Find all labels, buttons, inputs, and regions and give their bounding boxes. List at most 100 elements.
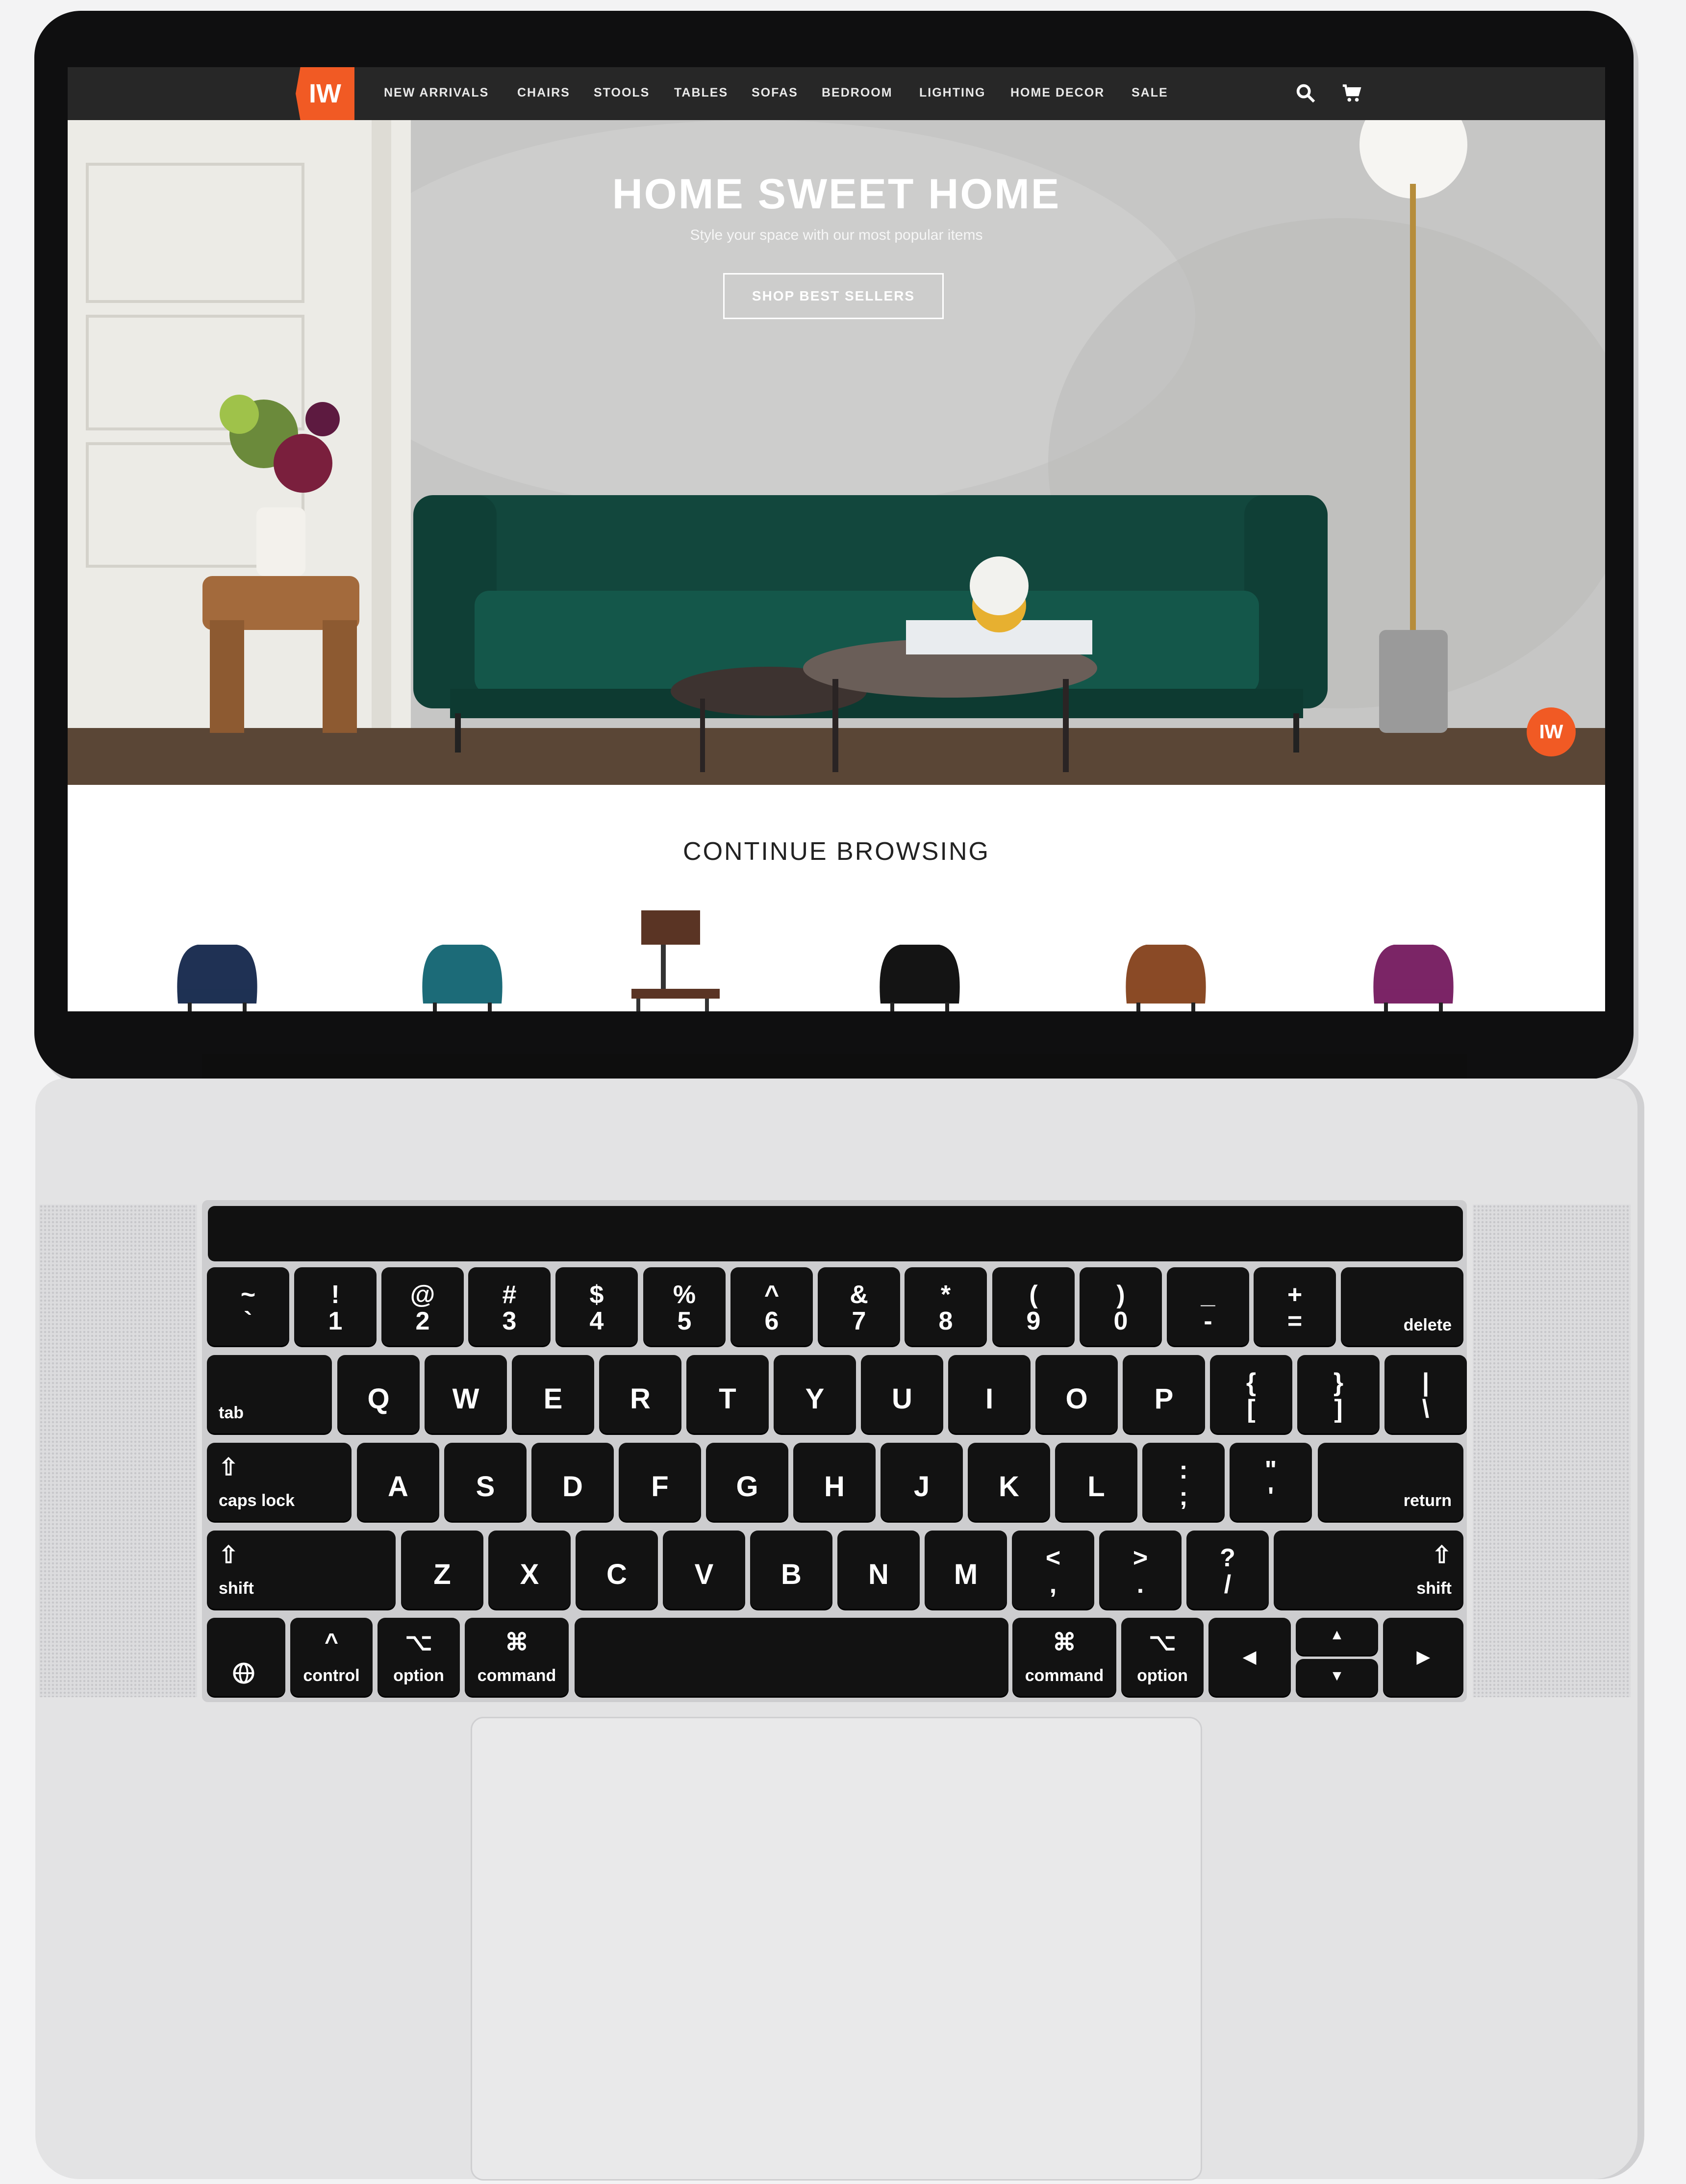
key-command-right[interactable]: ⌘ command	[1012, 1618, 1116, 1696]
key-space[interactable]	[575, 1618, 1008, 1696]
product-card[interactable]	[168, 935, 266, 1011]
laptop-screen: IW NEW ARRIVALS CHAIRS STOOLS TABLES SOF…	[68, 67, 1605, 1011]
product-card[interactable]	[622, 910, 730, 1011]
key-n[interactable]: N	[837, 1531, 920, 1609]
key-k[interactable]: K	[968, 1443, 1050, 1521]
key-s[interactable]: S	[444, 1443, 527, 1521]
key-option-right[interactable]: ⌥ option	[1121, 1618, 1204, 1696]
touch-bar[interactable]	[208, 1206, 1463, 1261]
key-symbol[interactable]: ? /	[1186, 1531, 1269, 1609]
key-symbol[interactable]: {[	[1210, 1355, 1292, 1433]
key-o[interactable]: O	[1035, 1355, 1118, 1433]
key-l[interactable]: L	[1055, 1443, 1137, 1521]
nav-sofas[interactable]: SOFAS	[752, 86, 798, 100]
shift-icon: ⇧	[1432, 1542, 1452, 1568]
key-shift-left[interactable]: ⇧ shift	[207, 1531, 396, 1609]
key-label: 1	[328, 1307, 343, 1335]
site-logo[interactable]: IW	[296, 67, 354, 120]
key-control[interactable]: ^ control	[290, 1618, 373, 1696]
trackpad[interactable]	[471, 1717, 1202, 2181]
key-tab[interactable]: tab	[207, 1355, 332, 1433]
speaker-grille-left	[39, 1205, 197, 1697]
key-h[interactable]: H	[793, 1443, 876, 1521]
cart-icon[interactable]	[1341, 82, 1363, 107]
key-[interactable]: _ -	[1167, 1267, 1249, 1346]
nav-new-arrivals[interactable]: NEW ARRIVALS	[384, 86, 489, 100]
key-w[interactable]: W	[425, 1355, 507, 1433]
key-2[interactable]: @2	[381, 1267, 464, 1346]
key-c[interactable]: C	[576, 1531, 658, 1609]
product-card[interactable]	[413, 935, 511, 1011]
key-x[interactable]: X	[488, 1531, 571, 1609]
key-command-left[interactable]: ⌘ command	[465, 1618, 569, 1696]
key-e[interactable]: E	[512, 1355, 594, 1433]
key-label: )	[1116, 1280, 1125, 1309]
key-symbol[interactable]: | \	[1384, 1355, 1467, 1433]
nav-bedroom[interactable]: BEDROOM	[822, 86, 893, 100]
key-symbol[interactable]: " '	[1230, 1443, 1312, 1521]
key-delete[interactable]: delete	[1341, 1267, 1463, 1346]
key-[interactable]: + =	[1254, 1267, 1336, 1346]
key-shift-right[interactable]: ⇧ shift	[1274, 1531, 1463, 1609]
key-label: Q	[367, 1383, 390, 1415]
key-label: #	[502, 1280, 517, 1309]
key-d[interactable]: D	[531, 1443, 614, 1521]
search-icon[interactable]	[1294, 82, 1317, 107]
key-q[interactable]: Q	[337, 1355, 420, 1433]
key-label: `	[244, 1307, 252, 1335]
key-label: command	[1025, 1666, 1104, 1685]
key-g[interactable]: G	[706, 1443, 788, 1521]
key-y[interactable]: Y	[774, 1355, 856, 1433]
nav-sale[interactable]: SALE	[1132, 86, 1168, 100]
key-option-left[interactable]: ⌥ option	[377, 1618, 460, 1696]
key-9[interactable]: (9	[992, 1267, 1075, 1346]
key-label: 8	[938, 1307, 953, 1335]
nav-tables[interactable]: TABLES	[674, 86, 728, 100]
key-5[interactable]: % 5	[643, 1267, 726, 1346]
key-caps-lock[interactable]: ⇧ caps lock	[207, 1443, 352, 1521]
key-f[interactable]: F	[619, 1443, 701, 1521]
key-i[interactable]: I	[948, 1355, 1031, 1433]
key-3[interactable]: #3	[468, 1267, 551, 1346]
key-m[interactable]: M	[925, 1531, 1007, 1609]
key-label: T	[719, 1383, 736, 1415]
key-r[interactable]: R	[599, 1355, 681, 1433]
option-icon: ⌥	[1149, 1630, 1176, 1656]
nav-stools[interactable]: STOOLS	[594, 86, 650, 100]
key-8[interactable]: * 8	[905, 1267, 987, 1346]
key-arrow-right[interactable]: ▶	[1383, 1618, 1463, 1696]
key-globe[interactable]	[207, 1618, 285, 1696]
key-symbol[interactable]: >.	[1099, 1531, 1182, 1609]
key-arrow-left[interactable]: ◀	[1208, 1618, 1291, 1696]
key-symbol[interactable]: :;	[1142, 1443, 1225, 1521]
key-t[interactable]: T	[686, 1355, 769, 1433]
key-symbol[interactable]: <,	[1012, 1531, 1094, 1609]
key-label: ;	[1179, 1482, 1188, 1511]
key-arrow-up[interactable]: ▲	[1296, 1618, 1378, 1655]
key-7[interactable]: & 7	[818, 1267, 900, 1346]
chair-image	[422, 945, 503, 1011]
key-symbol[interactable]: }]	[1297, 1355, 1380, 1433]
nav-lighting[interactable]: LIGHTING	[919, 86, 985, 100]
key-j[interactable]: J	[881, 1443, 963, 1521]
key-a[interactable]: A	[357, 1443, 439, 1521]
key-0[interactable]: ) 0	[1080, 1267, 1162, 1346]
nav-chairs[interactable]: CHAIRS	[517, 86, 570, 100]
key-z[interactable]: Z	[401, 1531, 483, 1609]
product-card[interactable]	[1364, 935, 1462, 1011]
chat-button[interactable]: IW	[1527, 707, 1576, 756]
key-[interactable]: ~ `	[207, 1267, 289, 1346]
shop-best-sellers-button[interactable]: SHOP BEST SELLERS	[723, 273, 944, 319]
product-card[interactable]	[871, 935, 969, 1011]
key-b[interactable]: B	[750, 1531, 832, 1609]
key-return[interactable]: return	[1318, 1443, 1463, 1521]
key-p[interactable]: P	[1123, 1355, 1205, 1433]
key-4[interactable]: $4	[555, 1267, 638, 1346]
product-card[interactable]	[1117, 935, 1215, 1011]
key-arrow-down[interactable]: ▼	[1296, 1659, 1378, 1696]
key-1[interactable]: ! 1	[294, 1267, 377, 1346]
key-u[interactable]: U	[861, 1355, 943, 1433]
key-v[interactable]: V	[663, 1531, 745, 1609]
nav-home-decor[interactable]: HOME DECOR	[1010, 86, 1105, 100]
key-6[interactable]: ^ 6	[730, 1267, 813, 1346]
